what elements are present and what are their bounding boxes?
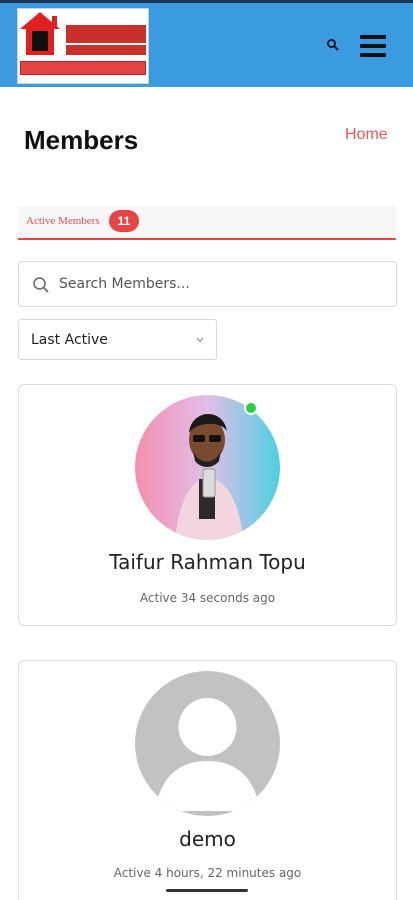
online-status-indicator	[244, 401, 258, 415]
tab-active-members[interactable]: Active Members 11	[18, 206, 396, 240]
member-last-active: Active 34 seconds ago	[139, 591, 276, 605]
home-indicator	[166, 889, 248, 892]
logo-text-block	[66, 45, 146, 55]
default-avatar-icon	[135, 671, 280, 816]
avatar[interactable]	[135, 671, 280, 816]
member-name[interactable]: Taifur Rahman Topu	[19, 550, 396, 574]
sort-dropdown[interactable]: Last Active	[18, 319, 217, 360]
member-search	[18, 261, 397, 307]
logo-text-block	[66, 25, 146, 43]
search-icon	[33, 277, 49, 293]
sort-selected-value: Last Active	[31, 332, 108, 348]
breadcrumb-home-link[interactable]: Home	[345, 126, 388, 144]
member-card[interactable]: Taifur Rahman Topu Active 34 seconds ago	[18, 384, 397, 626]
tab-label: Active Members	[26, 215, 100, 227]
member-card[interactable]: demo Active 4 hours, 22 minutes ago	[18, 660, 397, 900]
site-logo[interactable]	[17, 8, 149, 84]
member-photo-icon	[135, 395, 280, 540]
member-last-active: Active 4 hours, 22 minutes ago	[113, 866, 302, 880]
search-icon[interactable]	[326, 38, 340, 52]
member-name[interactable]: demo	[19, 827, 396, 851]
member-count-badge: 11	[109, 210, 139, 232]
logo-banner	[20, 61, 146, 75]
search-input[interactable]	[59, 270, 379, 298]
avatar[interactable]	[135, 395, 280, 540]
site-header	[0, 3, 413, 87]
chevron-down-icon	[196, 337, 204, 343]
hamburger-menu-icon[interactable]	[360, 35, 386, 57]
page-title: Members	[24, 125, 139, 155]
